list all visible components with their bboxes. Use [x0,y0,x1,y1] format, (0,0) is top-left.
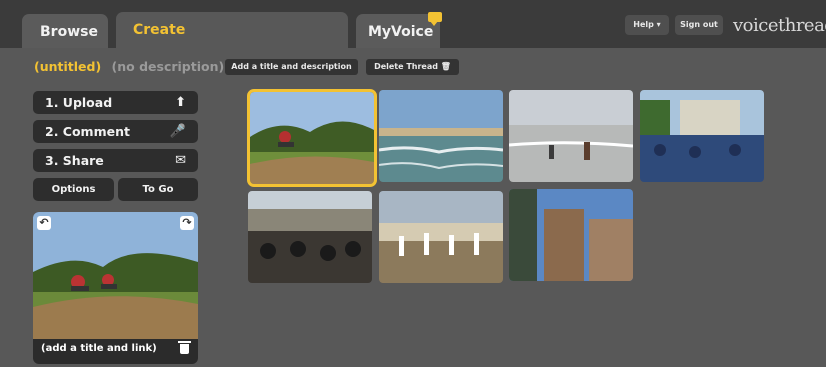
envelope-icon: ✉ [175,153,186,168]
thread-title[interactable]: (untitled) [34,59,101,74]
app-window: Browse Create MyVoice Help ▾ Sign out vo… [0,0,826,367]
thumb-marching-band[interactable] [379,191,503,283]
thumb-beach-people[interactable] [509,90,633,182]
speech-bubble-icon [428,12,442,26]
upload-label: 1. Upload [45,95,113,110]
rotate-left-icon[interactable]: ↶ [37,216,51,230]
selected-slide-preview[interactable]: ↶ ↷ (add a title and link) [33,212,198,364]
thumb-motocross[interactable] [247,89,377,187]
to-go-button[interactable]: To Go [118,178,198,201]
sign-out-button[interactable]: Sign out [675,15,723,35]
tab-create[interactable]: Create [116,12,348,48]
microphone-icon: 🎤 [169,124,186,139]
upload-icon: ⬆ [175,95,186,110]
share-label: 3. Share [45,153,104,168]
delete-thread-button[interactable]: Delete Thread 🗑 [366,59,459,75]
thread-title-row: (untitled) (no description) [34,59,224,74]
top-navigation-bar: Browse Create MyVoice Help ▾ Sign out vo… [0,0,826,48]
rotate-right-icon[interactable]: ↷ [180,216,194,230]
thumb-beach-waves[interactable] [379,90,503,182]
delete-thread-label: Delete Thread [374,62,438,71]
preview-caption[interactable]: (add a title and link) [41,343,157,354]
upload-button[interactable]: 1. Upload ⬆ [33,91,198,114]
options-button[interactable]: Options [33,178,114,201]
tab-browse[interactable]: Browse [22,14,108,48]
tab-myvoice-label: MyVoice [368,24,434,40]
preview-image [33,212,198,339]
thumb-band-crowd[interactable] [248,191,372,283]
tab-browse-label: Browse [40,24,98,40]
trash-icon: 🗑 [440,62,451,71]
add-title-description-button[interactable]: Add a title and description [225,59,358,75]
comment-label: 2. Comment [45,124,130,139]
tab-create-label: Create [133,22,186,38]
voicethread-logo: voicethread [733,15,826,36]
trash-icon[interactable] [178,341,191,354]
thumb-city-buildings[interactable] [509,189,633,281]
share-button[interactable]: 3. Share ✉ [33,149,198,172]
comment-button[interactable]: 2. Comment 🎤 [33,120,198,143]
help-button[interactable]: Help ▾ [625,15,669,35]
thread-description[interactable]: (no description) [112,59,225,74]
thumb-crowd-stage[interactable] [640,90,764,182]
